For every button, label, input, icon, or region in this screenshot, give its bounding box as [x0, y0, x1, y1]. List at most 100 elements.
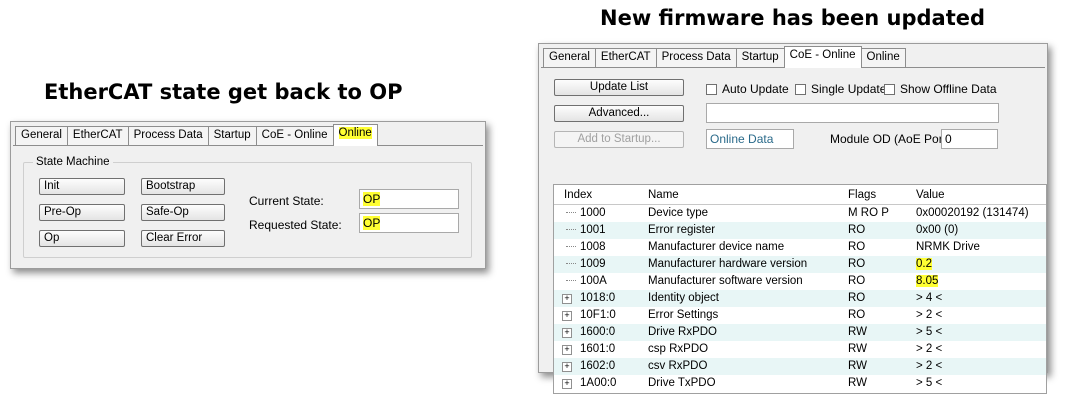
cell-flags: RW — [848, 343, 867, 355]
current-state-value: OP — [363, 192, 381, 206]
cell-value: > 2 < — [916, 309, 943, 321]
auto-update-label: Auto Update — [722, 82, 789, 96]
expand-icon[interactable]: + — [562, 328, 572, 338]
table-row[interactable]: +1601:0 csp RxPDO RW > 2 < — [554, 341, 1046, 358]
cell-flags: RO — [848, 309, 866, 321]
table-row[interactable]: +10F1:0 Error Settings RO > 2 < — [554, 307, 1046, 324]
table-row[interactable]: +1602:0 csv RxPDO RW > 2 < — [554, 358, 1046, 375]
cell-name: Drive RxPDO — [648, 326, 718, 338]
table-header: Index Name Flags Value — [554, 185, 1046, 205]
tree-line-icon — [566, 246, 576, 247]
module-od-label: Module OD (AoE Port): — [830, 132, 954, 146]
column-flags[interactable]: Flags — [848, 189, 876, 201]
cell-name: csp RxPDO — [648, 343, 709, 355]
cell-value: > 4 < — [916, 292, 943, 304]
cell-name: Drive TxPDO — [648, 377, 716, 389]
requested-state-label: Requested State: — [249, 218, 342, 232]
single-update-checkbox[interactable] — [795, 84, 806, 95]
tab-ethercat[interactable]: EtherCAT — [66, 126, 129, 146]
cell-index: 1A00:0 — [580, 377, 617, 389]
tree-line-icon — [566, 263, 576, 264]
cell-flags: RO — [848, 258, 866, 270]
cell-value: 8.05 — [916, 275, 939, 287]
column-index[interactable]: Index — [564, 189, 592, 201]
expand-icon[interactable]: + — [562, 362, 572, 372]
table-row[interactable]: 1009 Manufacturer hardware version RO 0.2 — [554, 256, 1046, 273]
cell-value: NRMK Drive — [916, 241, 980, 253]
cell-name: Error Settings — [648, 309, 719, 321]
tab-process-data[interactable]: Process Data — [127, 126, 209, 146]
object-dictionary-table: Index Name Flags Value 1000 Device type M … — [553, 184, 1047, 394]
tab-online[interactable]: Online — [332, 124, 378, 146]
tree-line-icon — [566, 212, 576, 213]
advanced-button[interactable]: Advanced... — [554, 105, 684, 122]
right-tab-bar: General EtherCAT Process Data Startup Co… — [543, 46, 906, 68]
cell-name: Error register — [648, 224, 716, 236]
show-offline-checkbox[interactable] — [884, 84, 895, 95]
online-data-field: Online Data — [706, 129, 794, 149]
cell-flags: RW — [848, 377, 867, 389]
requested-state-value: OP — [363, 216, 381, 230]
cell-index: 1602:0 — [580, 360, 616, 372]
cell-value: 0x00 (0) — [916, 224, 959, 236]
add-to-startup-button[interactable]: Add to Startup... — [554, 131, 684, 148]
tree-line-icon — [566, 229, 576, 230]
op-button[interactable]: Op — [39, 230, 125, 247]
cell-index: 1000 — [580, 207, 606, 219]
clear-error-button[interactable]: Clear Error — [141, 230, 225, 247]
tab-ethercat[interactable]: EtherCAT — [594, 48, 657, 68]
cell-index: 1600:0 — [580, 326, 616, 338]
caption-firmware-updated: New firmware has been updated — [600, 6, 986, 30]
tab-coe-online[interactable]: CoE - Online — [255, 126, 334, 146]
tab-general[interactable]: General — [543, 48, 596, 68]
table-row[interactable]: 1001 Error register RO 0x00 (0) — [554, 222, 1046, 239]
expand-icon[interactable]: + — [562, 311, 572, 321]
cell-name: Manufacturer software version — [648, 275, 803, 287]
table-row[interactable]: +1018:0 Identity object RO > 4 < — [554, 290, 1046, 307]
cell-index: 1601:0 — [580, 343, 616, 355]
cell-value: > 5 < — [916, 377, 943, 389]
cell-name: Manufacturer device name — [648, 241, 785, 253]
column-value[interactable]: Value — [916, 189, 945, 201]
table-row[interactable]: 1000 Device type M RO P 0x00020192 (131474) — [554, 205, 1046, 222]
coe-online-panel: Update List Advanced... Add to Startup..… — [541, 67, 1047, 394]
cell-index: 10F1:0 — [580, 309, 616, 321]
init-button[interactable]: Init — [39, 178, 125, 195]
expand-icon[interactable]: + — [562, 294, 572, 304]
table-row[interactable]: 1008 Manufacturer device name RO NRMK Drive — [554, 239, 1046, 256]
expand-icon[interactable]: + — [562, 345, 572, 355]
left-tab-bar: General EtherCAT Process Data Startup Co… — [15, 124, 378, 146]
cell-flags: RO — [848, 275, 866, 287]
cell-index: 1008 — [580, 241, 606, 253]
cell-flags: M RO P — [848, 207, 889, 219]
table-row[interactable]: +1A00:0 Drive TxPDO RW > 5 < — [554, 375, 1046, 392]
state-machine-title: State Machine — [33, 156, 113, 168]
cell-value: > 5 < — [916, 326, 943, 338]
table-row[interactable]: 100A Manufacturer software version RO 8.05 — [554, 273, 1046, 290]
show-offline-label: Show Offline Data — [900, 82, 997, 96]
preop-button[interactable]: Pre-Op — [39, 204, 125, 221]
caption-ethercat-state: EtherCAT state get back to OP — [44, 80, 403, 104]
module-od-field[interactable]: 0 — [941, 129, 998, 149]
bootstrap-button[interactable]: Bootstrap — [141, 178, 225, 195]
current-state-label: Current State: — [249, 194, 324, 208]
tab-startup[interactable]: Startup — [735, 48, 785, 68]
expand-icon[interactable]: + — [562, 379, 572, 389]
description-field[interactable] — [706, 103, 999, 123]
tab-coe-online[interactable]: CoE - Online — [783, 46, 862, 68]
online-state-window: General EtherCAT Process Data Startup Co… — [10, 121, 486, 269]
cell-flags: RW — [848, 326, 867, 338]
update-list-button[interactable]: Update List — [554, 79, 684, 96]
safeop-button[interactable]: Safe-Op — [141, 204, 225, 221]
tab-startup[interactable]: Startup — [207, 126, 257, 146]
cell-name: Device type — [648, 207, 709, 219]
cell-value: > 2 < — [916, 360, 943, 372]
column-name[interactable]: Name — [648, 189, 679, 201]
auto-update-checkbox[interactable] — [706, 84, 717, 95]
tab-process-data[interactable]: Process Data — [655, 48, 737, 68]
tab-general[interactable]: General — [15, 126, 68, 146]
tab-online[interactable]: Online — [860, 48, 906, 68]
table-row[interactable]: +1600:0 Drive RxPDO RW > 5 < — [554, 324, 1046, 341]
cell-value: > 2 < — [916, 343, 943, 355]
cell-flags: RO — [848, 224, 866, 236]
